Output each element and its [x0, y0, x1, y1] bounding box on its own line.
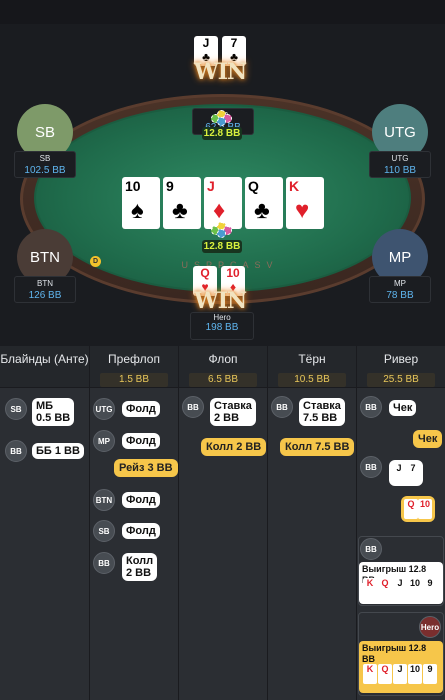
board-card-2: 9 ♣	[163, 177, 201, 229]
btn-seat-plate[interactable]: BTN 126 BB	[14, 276, 76, 303]
result-card: 9	[423, 664, 437, 684]
board-card-5: K ♥	[286, 177, 324, 229]
hero-seat-plate[interactable]: Hero 198 BB	[190, 312, 254, 340]
avatar: BB	[271, 396, 293, 418]
column-title: Префлоп	[108, 352, 160, 366]
board-card-1: 10 ♠	[122, 177, 160, 229]
column-pot: 25.5 BB	[367, 373, 435, 387]
history-column-river: Ривер 25.5 BB BB Чек Чек BB J 7 Q 10 BB В…	[357, 346, 445, 700]
top-pot-chips-icon	[211, 110, 235, 126]
sb-seat-stack: 102.5 BB	[24, 165, 66, 176]
column-title: Ривер	[383, 352, 419, 366]
hero-action-bubble: Рейз 3 BB	[114, 459, 178, 477]
history-column-blinds: Блайнды (Анте) SB МБ 0.5 BB BB ББ 1 BB	[0, 346, 90, 700]
result-card: Q	[378, 664, 392, 684]
history-column-flop: Флоп 6.5 BB BB Ставка 2 BB Колл 2 BB	[179, 346, 268, 700]
action-bubble: Фолд	[122, 523, 160, 539]
column-pot: 1.5 BB	[100, 373, 168, 387]
action-bubble: ББ 1 BB	[32, 443, 84, 459]
avatar: BB	[182, 396, 204, 418]
history-column-preflop: Префлоп 1.5 BB UTG Фолд MP Фолд Рейз 3 BB…	[90, 346, 179, 700]
action-bubble: Фолд	[122, 492, 160, 508]
column-header-blinds: Блайнды (Анте)	[0, 346, 89, 388]
avatar: BB	[360, 456, 382, 478]
avatar: BTN	[93, 489, 115, 511]
avatar: BB	[93, 552, 115, 574]
poker-table-area: USPPCASV J♣ 7♣ WIN BB62.5 BB 12.8 BB SB …	[0, 24, 445, 346]
mp-seat-plate[interactable]: MP 78 BB	[369, 276, 431, 303]
result-card: 10	[408, 578, 422, 598]
avatar: SB	[93, 520, 115, 542]
utg-seat-stack: 110 BB	[383, 165, 417, 176]
result-card: 10	[408, 664, 422, 684]
top-pot-amount: 12.8 BB	[202, 127, 242, 140]
avatar: BB	[5, 440, 27, 462]
action-bubble: МБ 0.5 BB	[32, 398, 75, 426]
hero-action-bubble: Чек	[413, 430, 443, 448]
column-pot: 10.5 BB	[278, 373, 346, 387]
action-bubble: Колл 2 BB	[122, 553, 158, 581]
hand-history-panel: Блайнды (Анте) SB МБ 0.5 BB BB ББ 1 BB Пр…	[0, 346, 445, 700]
history-column-turn: Тёрн 10.5 BB BB Ставка 7.5 BB Колл 7.5 BB	[268, 346, 357, 700]
sb-seat-plate[interactable]: SB 102.5 BB	[14, 151, 76, 178]
action-bubble: Чек	[389, 400, 417, 416]
top-bar	[0, 0, 445, 24]
utg-seat-plate[interactable]: UTG 110 BB	[369, 151, 431, 178]
result-card: J	[393, 664, 407, 684]
column-header-flop: Флоп 6.5 BB	[179, 346, 267, 388]
hero-action-bubble: Колл 7.5 BB	[280, 438, 355, 456]
btn-seat-stack: 126 BB	[28, 290, 62, 301]
column-title: Флоп	[208, 352, 238, 366]
dealer-button: D	[90, 256, 101, 267]
avatar: MP	[93, 430, 115, 452]
result-card: 9	[423, 578, 437, 598]
hero-win-badge: WIN	[194, 288, 247, 314]
board-card-4: Q ♣	[245, 177, 283, 229]
hero-shown-card: Q	[404, 499, 418, 519]
mp-seat-stack: 78 BB	[386, 290, 414, 301]
avatar: BB	[360, 396, 382, 418]
column-title: Тёрн	[298, 352, 326, 366]
action-bubble: Ставка 2 BB	[210, 398, 256, 426]
bottom-pot-amount: 12.8 BB	[202, 240, 242, 253]
column-header-preflop: Префлоп 1.5 BB	[90, 346, 178, 388]
result-card: J	[393, 578, 407, 598]
avatar: BB	[360, 538, 382, 560]
column-title: Блайнды (Анте)	[0, 352, 89, 366]
result-card: K	[363, 578, 377, 598]
column-header-turn: Тёрн 10.5 BB	[268, 346, 356, 388]
hero-seat-name: Hero	[213, 313, 231, 322]
shown-card: 7	[406, 463, 420, 483]
action-bubble: Фолд	[122, 433, 160, 449]
result-card: Q	[378, 578, 392, 598]
btn-seat-name: BTN	[37, 279, 53, 288]
hero-seat-stack: 198 BB	[205, 322, 239, 333]
action-bubble: Ставка 7.5 BB	[299, 398, 345, 426]
mp-seat-name: MP	[394, 279, 406, 288]
utg-seat-name: UTG	[391, 154, 409, 163]
bottom-pot-chips-icon	[211, 222, 235, 238]
result-card: K	[363, 664, 377, 684]
bb-win-badge: WIN	[194, 59, 247, 85]
avatar: SB	[5, 398, 27, 420]
win-label: Выигрыш 12.8 BB	[362, 643, 427, 664]
hero-avatar: Hero	[419, 616, 441, 638]
column-header-river: Ривер 25.5 BB	[357, 346, 445, 388]
sb-seat-name: SB	[39, 154, 51, 163]
hero-shown-card: 10	[418, 499, 432, 519]
shown-card: J	[392, 463, 406, 483]
avatar: UTG	[93, 398, 115, 420]
hero-action-bubble: Колл 2 BB	[201, 438, 267, 456]
column-pot: 6.5 BB	[189, 373, 257, 387]
action-bubble: Фолд	[122, 401, 160, 417]
